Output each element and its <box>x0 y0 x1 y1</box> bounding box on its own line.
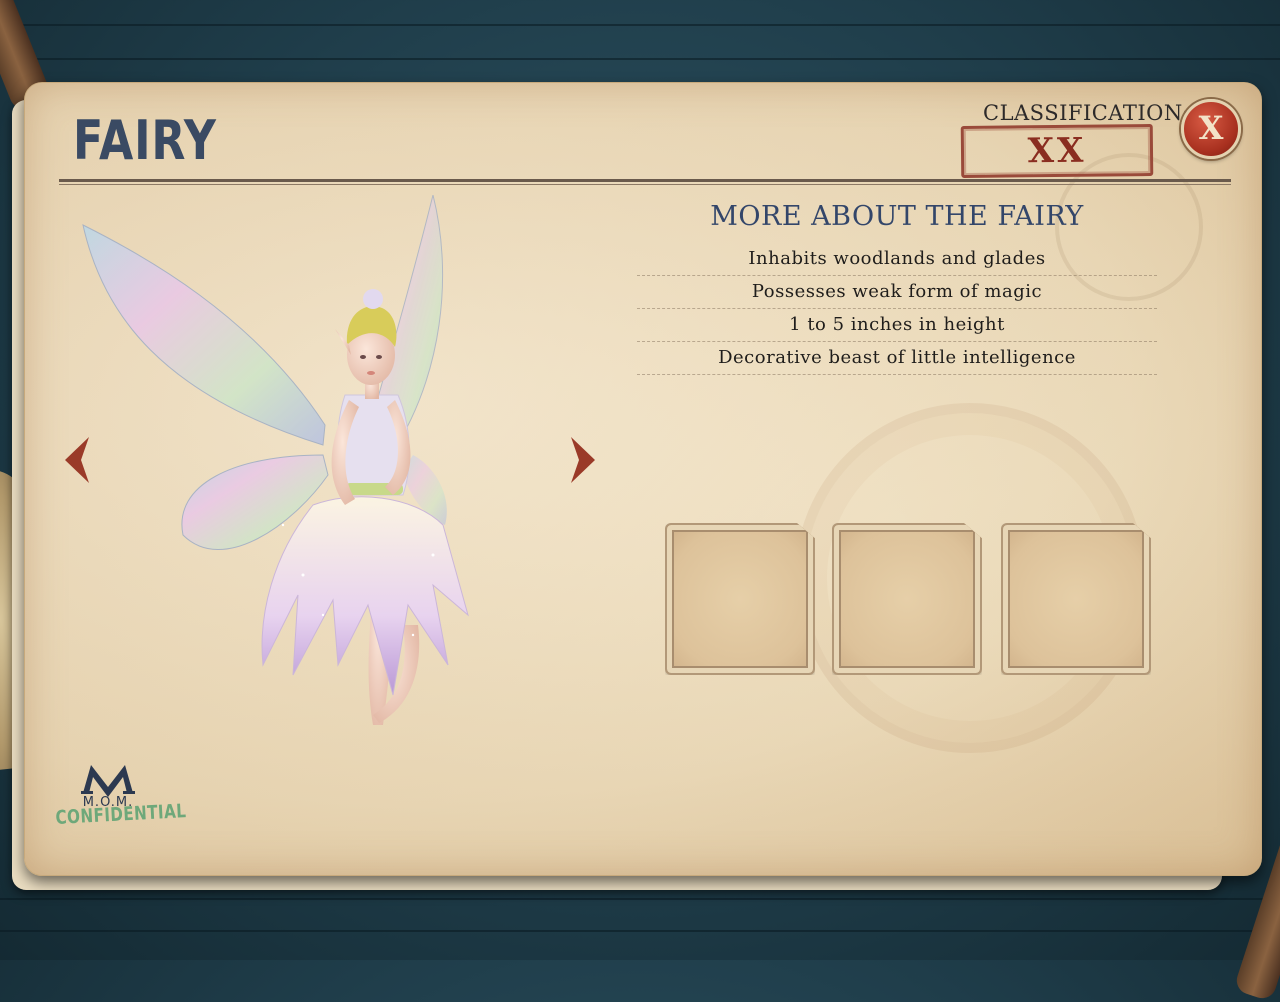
close-button[interactable]: X <box>1181 99 1241 159</box>
creature-card: FAIRY CLASSIFICATION: XX X MORE ABOUT TH… <box>24 82 1262 876</box>
facts-list: Inhabits woodlands and glades Possesses … <box>637 243 1157 375</box>
previous-creature-button[interactable] <box>59 435 95 485</box>
fact-item: Possesses weak form of magic <box>637 276 1157 309</box>
item-slot-3[interactable] <box>1001 523 1151 675</box>
chevron-left-icon <box>65 437 89 483</box>
fact-item: 1 to 5 inches in height <box>637 309 1157 342</box>
fairy-illustration <box>82 195 469 725</box>
close-icon: X <box>1198 109 1224 147</box>
next-creature-button[interactable] <box>565 435 601 485</box>
info-heading: MORE ABOUT THE FAIRY <box>710 201 1084 232</box>
chevron-right-icon <box>571 437 595 483</box>
classification-label: CLASSIFICATION: <box>983 101 1190 125</box>
creature-title: FAIRY <box>73 109 217 172</box>
item-slot-2[interactable] <box>832 523 982 675</box>
item-slot-1[interactable] <box>665 523 815 675</box>
classification-stamp: XX <box>960 123 1154 179</box>
fact-item: Inhabits woodlands and glades <box>637 243 1157 276</box>
fact-item: Decorative beast of little intelligence <box>637 342 1157 375</box>
title-divider <box>59 179 1231 185</box>
